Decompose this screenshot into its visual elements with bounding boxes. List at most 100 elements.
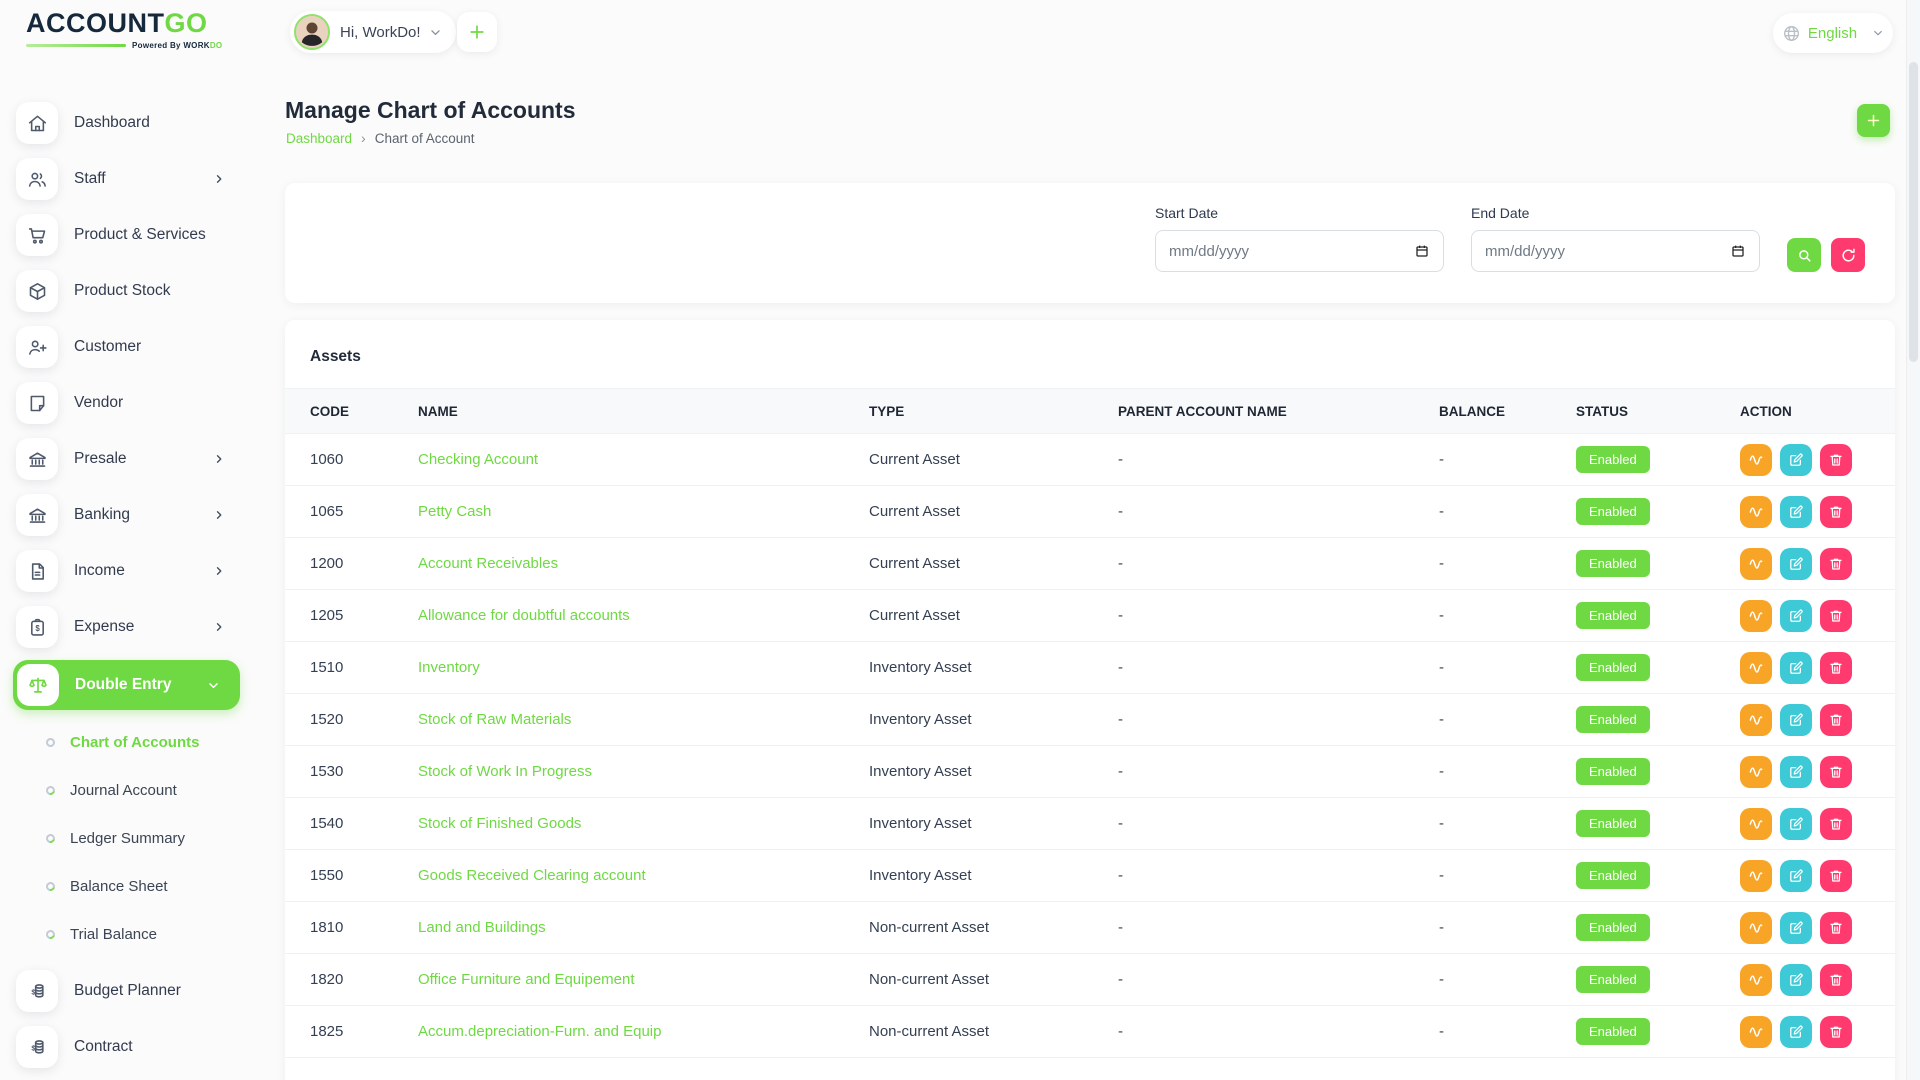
activity-button[interactable] <box>1740 964 1772 996</box>
start-date-input[interactable]: mm/dd/yyyy <box>1155 230 1444 272</box>
account-name-link[interactable]: Land and Buildings <box>418 919 546 936</box>
activity-button[interactable] <box>1740 600 1772 632</box>
sidebar-item-banking[interactable]: Banking <box>16 492 253 538</box>
account-name-link[interactable]: Checking Account <box>418 451 538 468</box>
activity-button[interactable] <box>1740 444 1772 476</box>
sidebar-subitem-balance-sheet[interactable]: Balance Sheet <box>0 862 265 910</box>
table-row: 1520Stock of Raw MaterialsInventory Asse… <box>285 694 1895 746</box>
activity-button[interactable] <box>1740 860 1772 892</box>
calendar-icon[interactable] <box>1414 243 1430 259</box>
edit-button[interactable] <box>1780 912 1812 944</box>
activity-button[interactable] <box>1740 652 1772 684</box>
sidebar-subitem-chart-of-accounts[interactable]: Chart of Accounts <box>0 718 265 766</box>
sidebar-item-contract[interactable]: $Contract <box>16 1024 253 1070</box>
edit-icon <box>1788 556 1804 572</box>
breadcrumb-dashboard-link[interactable]: Dashboard <box>286 131 352 146</box>
trash-button[interactable] <box>1820 964 1852 996</box>
trash-button[interactable] <box>1820 860 1852 892</box>
sidebar-item-product-services[interactable]: Product & Services <box>16 212 253 258</box>
edit-button[interactable] <box>1780 704 1812 736</box>
sidebar-item-income[interactable]: Income <box>16 548 253 594</box>
sidebar-subitem-ledger-summary[interactable]: Ledger Summary <box>0 814 265 862</box>
trash-button[interactable] <box>1820 444 1852 476</box>
account-name-link[interactable]: Stock of Raw Materials <box>418 711 571 728</box>
activity-button[interactable] <box>1740 756 1772 788</box>
activity-button[interactable] <box>1740 808 1772 840</box>
user-menu[interactable]: Hi, WorkDo! <box>290 11 456 53</box>
sidebar-item-staff[interactable]: Staff <box>16 156 253 202</box>
account-name-link[interactable]: Goods Received Clearing account <box>418 867 646 884</box>
sidebar-item-presale[interactable]: Presale <box>16 436 253 482</box>
trash-button[interactable] <box>1820 652 1852 684</box>
sidebar-subitem-trial-balance[interactable]: Trial Balance <box>0 910 265 958</box>
action-cell <box>1740 860 1895 892</box>
bullet-icon <box>44 832 56 844</box>
edit-button[interactable] <box>1780 548 1812 580</box>
brand-logo[interactable]: ACCOUNTGO Powered By WORKDO <box>26 10 226 50</box>
language-selector[interactable]: English <box>1773 13 1893 53</box>
account-name-link[interactable]: Petty Cash <box>418 503 491 520</box>
account-name-link[interactable]: Accum.depreciation-Furn. and Equip <box>418 1023 661 1040</box>
scrollbar-thumb[interactable] <box>1909 62 1918 362</box>
account-type: Inventory Asset <box>869 711 1118 728</box>
activity-button[interactable] <box>1740 548 1772 580</box>
page-scrollbar[interactable] <box>1906 0 1920 1080</box>
table-row: 1060Checking AccountCurrent Asset--Enabl… <box>285 434 1895 486</box>
account-name-link[interactable]: Stock of Finished Goods <box>418 815 581 832</box>
activity-button[interactable] <box>1740 496 1772 528</box>
trash-button[interactable] <box>1820 600 1852 632</box>
account-code: 1550 <box>310 867 418 884</box>
greeting-text: Hi, WorkDo! <box>340 24 421 41</box>
trash-button[interactable] <box>1820 548 1852 580</box>
account-name-link[interactable]: Stock of Work In Progress <box>418 763 592 780</box>
sidebar-item-dashboard[interactable]: Dashboard <box>16 100 253 146</box>
activity-button[interactable] <box>1740 1016 1772 1048</box>
sidebar-item-vendor[interactable]: Vendor <box>16 380 253 426</box>
account-name-link[interactable]: Inventory <box>418 659 480 676</box>
edit-button[interactable] <box>1780 496 1812 528</box>
sidebar-item-budget-planner[interactable]: $Budget Planner <box>16 968 253 1014</box>
trash-button[interactable] <box>1820 808 1852 840</box>
brand-logo-text: ACCOUNTGO <box>26 10 226 37</box>
activity-button[interactable] <box>1740 704 1772 736</box>
activity-button[interactable] <box>1740 912 1772 944</box>
sidebar-item-double-entry[interactable]: Double Entry <box>13 660 240 710</box>
edit-icon <box>1788 972 1804 988</box>
activity-icon <box>1747 607 1765 625</box>
edit-button[interactable] <box>1780 860 1812 892</box>
edit-button[interactable] <box>1780 756 1812 788</box>
sidebar-item-product-stock[interactable]: Product Stock <box>16 268 253 314</box>
edit-icon <box>1788 608 1804 624</box>
trash-icon <box>1828 868 1844 884</box>
plus-icon <box>467 22 487 42</box>
edit-button[interactable] <box>1780 600 1812 632</box>
trash-button[interactable] <box>1820 496 1852 528</box>
sidebar-item-expense[interactable]: $Expense <box>16 604 253 650</box>
topbar: ACCOUNTGO Powered By WORKDO Hi, WorkDo! … <box>0 0 1920 62</box>
add-account-button[interactable] <box>1857 104 1890 137</box>
calendar-icon[interactable] <box>1730 243 1746 259</box>
account-name-link[interactable]: Office Furniture and Equipement <box>418 971 635 988</box>
quick-add-button[interactable] <box>457 12 497 52</box>
column-header-action: ACTION <box>1740 404 1895 419</box>
search-button[interactable] <box>1787 238 1821 272</box>
edit-button[interactable] <box>1780 808 1812 840</box>
trash-button[interactable] <box>1820 704 1852 736</box>
account-name-link[interactable]: Allowance for doubtful accounts <box>418 607 630 624</box>
powered-by-text: Powered By WORKDO <box>132 41 222 50</box>
sidebar-item-customer[interactable]: Customer <box>16 324 253 370</box>
edit-button[interactable] <box>1780 964 1812 996</box>
trash-button[interactable] <box>1820 912 1852 944</box>
end-date-input[interactable]: mm/dd/yyyy <box>1471 230 1760 272</box>
edit-button[interactable] <box>1780 652 1812 684</box>
bullet-icon <box>44 880 56 892</box>
account-name-link[interactable]: Account Receivables <box>418 555 558 572</box>
edit-icon <box>1788 712 1804 728</box>
edit-button[interactable] <box>1780 1016 1812 1048</box>
trash-button[interactable] <box>1820 756 1852 788</box>
end-date-placeholder: mm/dd/yyyy <box>1485 243 1565 260</box>
trash-button[interactable] <box>1820 1016 1852 1048</box>
edit-button[interactable] <box>1780 444 1812 476</box>
reset-button[interactable] <box>1831 238 1865 272</box>
sidebar-subitem-journal-account[interactable]: Journal Account <box>0 766 265 814</box>
